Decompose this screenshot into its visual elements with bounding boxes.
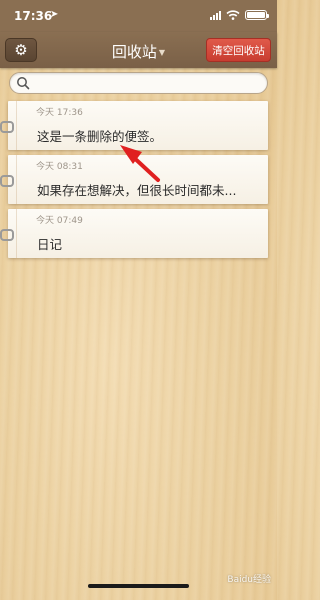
paper-clip-icon	[0, 229, 14, 241]
note-time: 今天 17:36	[36, 108, 83, 118]
signal-bars-icon	[210, 10, 221, 20]
search-input[interactable]	[9, 72, 268, 94]
wifi-icon	[226, 10, 240, 20]
page-title: 回收站	[111, 43, 157, 61]
paper-clip-icon	[0, 121, 14, 133]
status-indicators	[210, 10, 269, 20]
home-indicator[interactable]	[88, 584, 189, 588]
clear-recycle-bin-button[interactable]: 清空回收站	[206, 38, 271, 62]
note-text: 如果存在想解决，但很长时间都未...	[37, 183, 237, 198]
chevron-down-icon: ▼	[158, 48, 166, 57]
paper-clip-icon	[0, 175, 14, 187]
note-text: 日记	[37, 237, 63, 252]
status-bar: 17:36 ➤	[0, 0, 277, 32]
location-arrow-icon: ➤	[50, 9, 59, 20]
status-time: 17:36	[14, 9, 53, 23]
note-time: 今天 08:31	[36, 162, 83, 172]
note-item[interactable]: 今天 08:31 如果存在想解决，但很长时间都未...	[0, 155, 268, 204]
nav-bar: ⚙ 回收站 ▼ 清空回收站	[0, 32, 277, 68]
search-icon	[17, 77, 30, 90]
note-time: 今天 07:49	[36, 216, 83, 226]
note-text: 这是一条删除的便签。	[37, 129, 163, 144]
battery-icon	[245, 10, 269, 20]
note-item[interactable]: 今天 17:36 这是一条删除的便签。	[0, 101, 268, 150]
watermark: Baidu经验	[227, 575, 271, 585]
note-item[interactable]: 今天 07:49 日记	[0, 209, 268, 258]
